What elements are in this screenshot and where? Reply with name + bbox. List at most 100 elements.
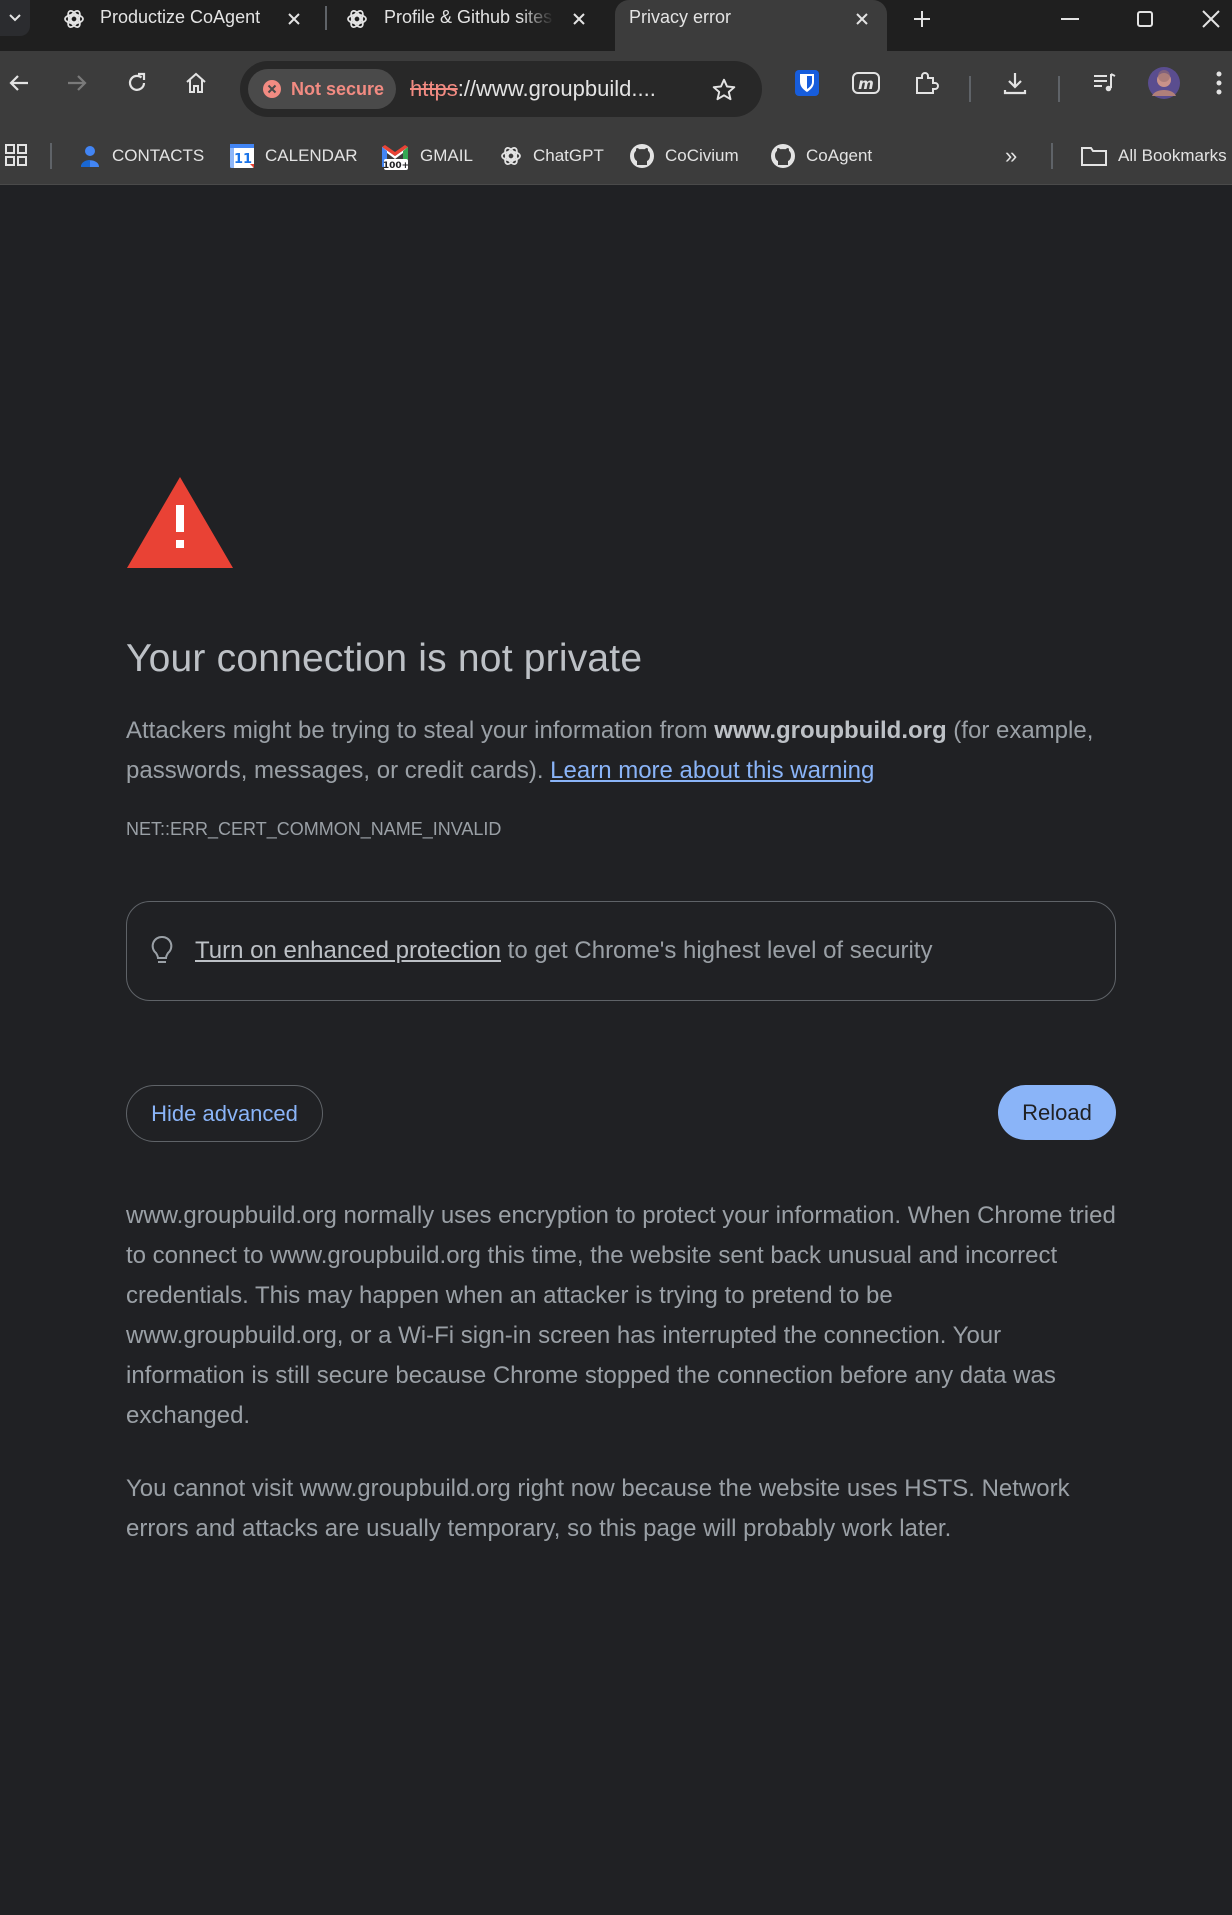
warning-text: Attackers might be trying to steal your … (126, 717, 715, 744)
page-title: Your connection is not private (126, 637, 643, 680)
maximize-icon (1137, 11, 1153, 27)
bookmark-cocivium[interactable]: CoCivium (629, 139, 739, 173)
close-icon[interactable] (851, 8, 873, 30)
close-icon (1202, 10, 1220, 28)
bookmark-label: CONTACTS (112, 146, 205, 165)
bitwarden-shield-icon (795, 70, 819, 96)
apps-button[interactable] (2, 141, 30, 169)
warning-message: Attackers might be trying to steal your … (126, 711, 1116, 791)
security-chip[interactable]: Not secure (248, 69, 396, 109)
bookmark-star-button[interactable] (709, 75, 739, 105)
bookmark-gmail[interactable]: 100+ GMAIL (380, 139, 473, 173)
interstitial-page: Your connection is not private Attackers… (0, 185, 1232, 1915)
all-bookmarks-button[interactable]: All Bookmarks (1080, 139, 1227, 173)
tab-title: Privacy error (629, 7, 732, 27)
bookmark-label: CoAgent (806, 146, 873, 165)
svg-text:m: m (858, 75, 874, 93)
forward-button[interactable] (59, 65, 95, 101)
reload-button[interactable] (119, 65, 155, 101)
bookmarks-divider (1051, 143, 1053, 169)
enhanced-protection-text: to get Chrome's highest level of securit… (501, 937, 933, 964)
calendar-icon: 11 (230, 144, 254, 168)
extensions-button[interactable] (908, 65, 944, 101)
url-host: ://www.groupbuild.... (457, 76, 656, 101)
url-scheme: https (410, 76, 458, 101)
enhanced-protection-callout: Turn on enhanced protection to get Chrom… (126, 901, 1116, 1001)
contacts-icon (81, 146, 99, 167)
gmail-badge: 100+ (383, 161, 409, 171)
minimize-icon (1061, 18, 1079, 20)
security-chip-label: Not secure (291, 78, 385, 99)
tab-strip: Productize CoAgent Profile & Github site… (0, 0, 1232, 51)
bookmark-chatgpt[interactable]: ChatGPT (499, 139, 604, 173)
bookmark-label: GMAIL (420, 146, 473, 165)
chrome-menu-button[interactable] (1205, 65, 1232, 101)
github-icon (630, 144, 654, 168)
folder-icon (1081, 147, 1107, 166)
apps-grid-icon (5, 144, 27, 166)
browser-toolbar: Not secure https://www.groupbuild.... m (0, 51, 1232, 127)
home-icon (186, 72, 206, 93)
error-circle-icon (263, 80, 281, 98)
lightbulb-icon (151, 935, 173, 967)
new-tab-button[interactable] (907, 6, 937, 32)
tab-profile-github-sites[interactable]: Profile & Github sites (330, 0, 605, 51)
bookmark-label: CALENDAR (265, 146, 358, 165)
all-bookmarks-label: All Bookmarks (1118, 146, 1227, 165)
tab-divider (325, 6, 327, 30)
close-icon[interactable] (283, 8, 305, 30)
back-button[interactable] (1, 65, 37, 101)
download-icon (1003, 73, 1027, 95)
bitwarden-extension[interactable] (789, 65, 825, 101)
downloads-button[interactable] (997, 65, 1033, 101)
bookmark-contacts[interactable]: CONTACTS (78, 139, 204, 173)
tab-title: Productize CoAgent (100, 7, 261, 27)
gmail-icon: 100+ (382, 145, 409, 171)
bookmark-coagent[interactable]: CoAgent (770, 139, 872, 173)
tab-search-button[interactable] (0, 0, 30, 36)
chevron-down-icon (9, 14, 21, 22)
tab-productize-coagent[interactable]: Productize CoAgent (40, 0, 320, 51)
enhanced-protection-link[interactable]: Turn on enhanced protection (195, 937, 501, 964)
calendar-badge: 11 (234, 152, 252, 167)
playlist-music-icon (1094, 73, 1116, 92)
home-button[interactable] (178, 65, 214, 101)
warning-triangle-icon (125, 475, 235, 570)
double-chevron-right-icon: » (1005, 143, 1018, 168)
media-controls-button[interactable] (1086, 65, 1122, 101)
toolbar-divider (1058, 76, 1060, 102)
minimize-button[interactable] (1040, 0, 1100, 38)
bookmarks-bar: CONTACTS 11 CALENDAR 100+ GMAIL ChatGPT … (0, 127, 1232, 185)
arrow-left-icon (9, 75, 28, 91)
close-icon[interactable] (568, 8, 590, 30)
toolbar-divider (969, 76, 971, 102)
bookmark-label: CoCivium (665, 146, 739, 165)
openai-icon (501, 147, 521, 165)
error-code: NET::ERR_CERT_COMMON_NAME_INVALID (126, 819, 502, 839)
close-window-button[interactable] (1190, 0, 1232, 38)
github-icon (771, 144, 795, 168)
avatar (1148, 67, 1180, 99)
more-vertical-icon (1216, 71, 1221, 95)
address-bar[interactable]: Not secure https://www.groupbuild.... (240, 61, 762, 117)
bookmarks-overflow-button[interactable]: » (1005, 139, 1017, 173)
bookmark-label: ChatGPT (533, 146, 604, 165)
url-text[interactable]: https://www.groupbuild.... (410, 76, 656, 102)
arrow-right-icon (68, 75, 87, 91)
profile-avatar[interactable] (1146, 65, 1182, 101)
hsts-details-text: You cannot visit www.groupbuild.org righ… (126, 1475, 1070, 1542)
bookmarks-divider (50, 143, 52, 169)
learn-more-link[interactable]: Learn more about this warning (550, 757, 874, 784)
plus-icon (914, 11, 930, 27)
hide-advanced-button[interactable]: Hide advanced (126, 1085, 323, 1142)
maximize-button[interactable] (1115, 0, 1175, 38)
tab-privacy-error[interactable]: Privacy error (615, 0, 887, 51)
m-extension[interactable]: m (848, 65, 884, 101)
openai-icon (64, 10, 84, 28)
star-icon (712, 78, 736, 101)
puzzle-icon (916, 72, 939, 94)
openai-icon (347, 10, 367, 28)
reload-page-button[interactable]: Reload (998, 1085, 1116, 1140)
bookmark-calendar[interactable]: 11 CALENDAR (229, 139, 358, 173)
site-domain: www.groupbuild.org (714, 717, 947, 744)
